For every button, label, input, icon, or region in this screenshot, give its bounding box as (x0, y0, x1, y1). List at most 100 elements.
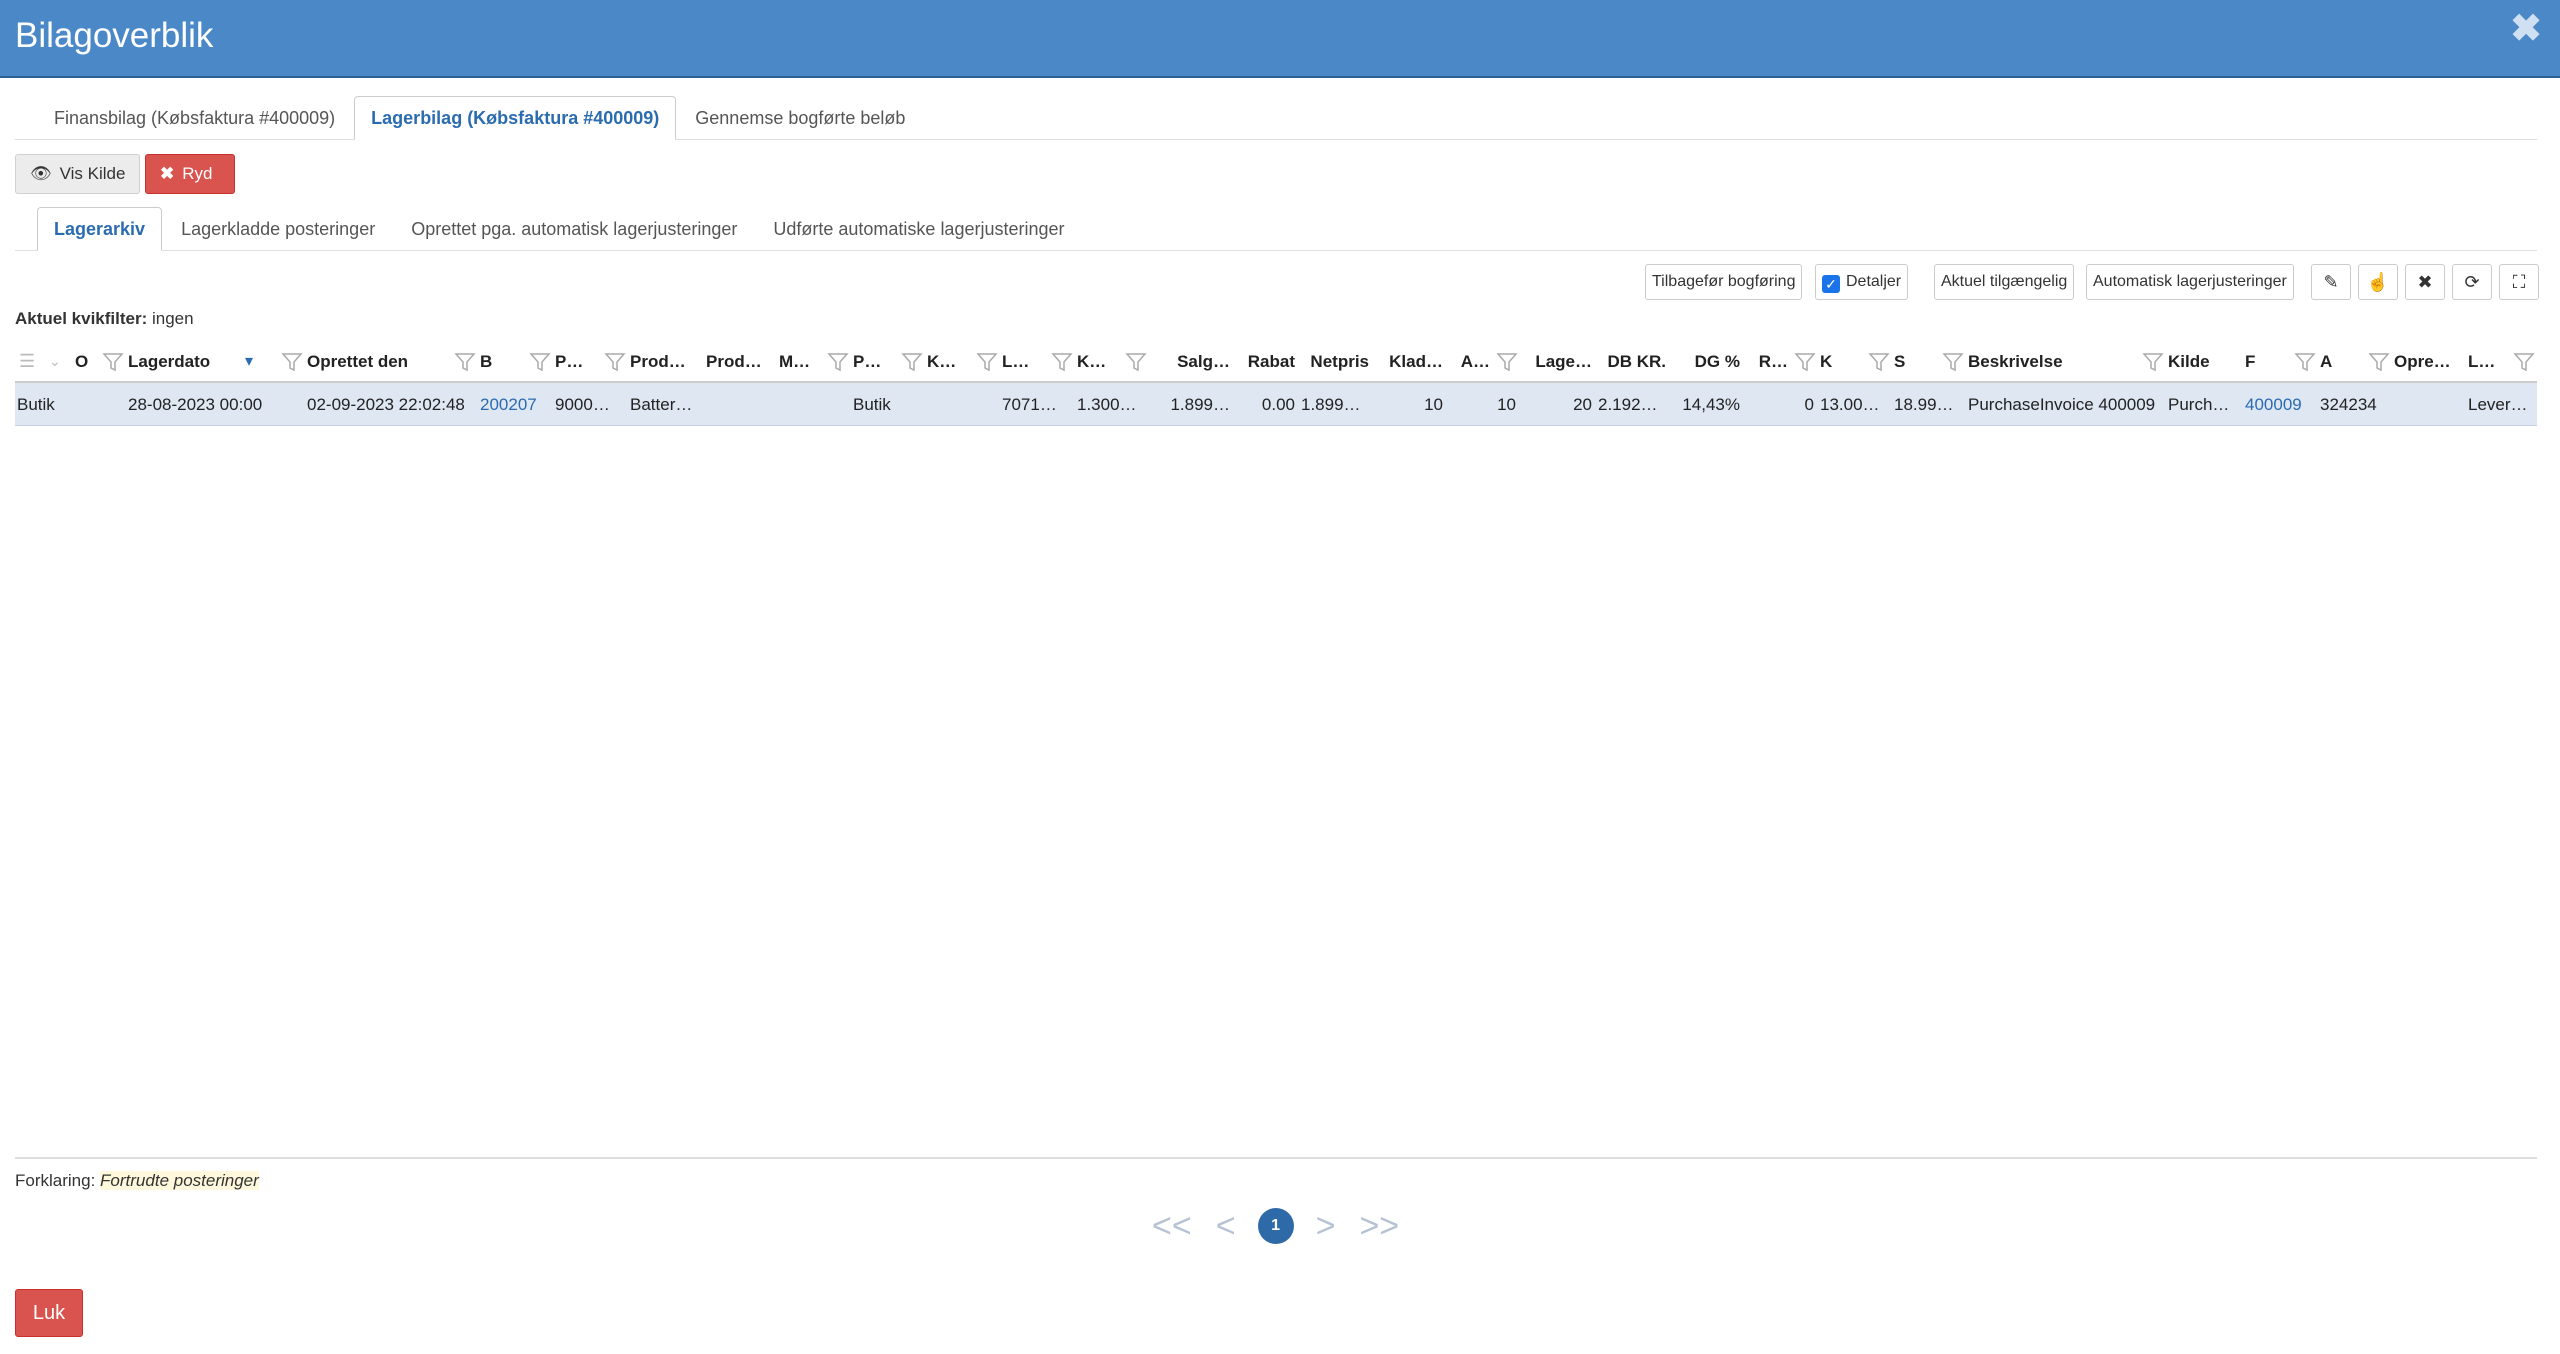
filter-icon[interactable] (1868, 351, 1890, 373)
refresh-icon[interactable]: ⟳ (2452, 264, 2492, 300)
close-icon[interactable]: ✖ (2510, 6, 2542, 51)
fullscreen-icon[interactable]: ⛶ (2499, 264, 2539, 300)
filter-icon[interactable] (901, 351, 923, 373)
table-cell: 18.99… (1894, 395, 1954, 414)
column-header[interactable]: Klad… (1373, 340, 1447, 383)
sort-desc-icon[interactable]: ▾ (245, 340, 253, 383)
table-cell: Butik (853, 395, 891, 414)
checkbox-icon[interactable]: ✓ (1822, 275, 1840, 293)
table-cell (777, 383, 851, 426)
column-header[interactable]: Netpris (1299, 340, 1373, 383)
filter-icon[interactable] (1125, 351, 1147, 373)
details-toggle[interactable]: ✓ Detaljer (1815, 264, 1909, 300)
tab-udforte-auto[interactable]: Udførte automatiske lagerjusteringer (756, 207, 1081, 251)
current-available-button[interactable]: Aktuel tilgængelig (1934, 264, 2075, 300)
quickfilter-text: Aktuel kvikfilter: ingen (15, 309, 194, 328)
filter-icon[interactable] (281, 351, 303, 373)
column-header[interactable]: K… (925, 340, 974, 383)
cell-link[interactable]: 200207 (478, 383, 553, 426)
column-header[interactable]: Oprettet den (305, 340, 452, 383)
table-cell: 14,43% (1682, 395, 1740, 414)
column-header[interactable]: Prod… (704, 340, 777, 383)
data-grid: ☰ ⌄ O Lagerdato Oprettet den B P… Prod… Prod… M… (15, 340, 2537, 426)
column-header[interactable]: S (1892, 340, 1940, 383)
first-page-button[interactable]: << (1152, 1207, 1192, 1246)
filter-icon[interactable] (976, 351, 998, 373)
filter-icon[interactable] (1942, 351, 1964, 373)
column-header[interactable]: DG % (1670, 340, 1744, 383)
tab-gennemse[interactable]: Gennemse bogførte beløb (678, 96, 922, 140)
clear-button[interactable]: ✖ Ryd (145, 154, 235, 194)
table-cell: 1.300… (1077, 395, 1137, 414)
tab-lagerarkiv[interactable]: Lagerarkiv (37, 207, 163, 251)
tab-oprettet-auto[interactable]: Oprettet pga. automatisk lagerjusteringe… (394, 207, 754, 251)
remove-icon[interactable]: ✖ (2405, 264, 2445, 300)
table-cell (925, 383, 1000, 426)
column-header[interactable]: M… (777, 340, 825, 383)
pointer-icon[interactable]: ☝ (2358, 264, 2398, 300)
filter-icon[interactable] (604, 351, 626, 373)
column-header[interactable]: K… (1075, 340, 1123, 383)
column-header[interactable]: A… (1447, 340, 1494, 383)
outer-tabs: Finansbilag (Købsfaktura #400009) Lagerb… (15, 96, 2537, 140)
legend-reverted: Fortrudte posteringer (100, 1171, 259, 1190)
filter-icon[interactable] (2294, 351, 2316, 373)
column-header[interactable]: Beskrivelse (1966, 340, 2140, 383)
filter-icon[interactable] (2513, 351, 2535, 373)
filter-icon[interactable] (2368, 351, 2390, 373)
window-header: Bilagoverblik ✖ (0, 0, 2560, 78)
chevron-down-icon[interactable]: ⌄ (49, 340, 61, 383)
column-header[interactable]: P… (553, 340, 602, 383)
tab-lagerkladde[interactable]: Lagerkladde posteringer (164, 207, 392, 251)
revert-posting-button[interactable]: Tilbagefør bogføring (1645, 264, 1803, 300)
column-header[interactable]: DB KR. (1596, 340, 1670, 383)
column-header[interactable]: P… (851, 340, 899, 383)
filter-icon[interactable] (2142, 351, 2164, 373)
table-cell: 13.00… (1820, 395, 1880, 414)
column-header[interactable]: L… (2466, 340, 2511, 383)
table-cell: 20 (1573, 395, 1592, 414)
edit-icon[interactable]: ✎ (2311, 264, 2351, 300)
column-header[interactable]: K (1818, 340, 1866, 383)
prev-page-button[interactable]: < (1216, 1207, 1236, 1246)
column-header[interactable]: F (2243, 340, 2292, 383)
column-header[interactable]: Lagerdato (126, 340, 279, 383)
filter-icon[interactable] (827, 351, 849, 373)
x-icon: ✖ (160, 164, 175, 183)
column-header[interactable]: L… (1000, 340, 1049, 383)
column-header[interactable]: A (2318, 340, 2366, 383)
column-header[interactable]: Prod… (628, 340, 704, 383)
legend: Forklaring: Fortrudte posteringer (15, 1157, 2537, 1191)
table-cell: Lever… (2468, 395, 2528, 414)
filter-icon[interactable] (1496, 351, 1518, 373)
table-cell: 28-08-2023 00:00 (128, 395, 263, 414)
column-header[interactable]: Opre… (2392, 340, 2466, 383)
column-menu-icon[interactable]: ☰ (19, 340, 35, 383)
column-header[interactable]: R… (1744, 340, 1792, 383)
table-cell: 10 (1424, 395, 1443, 414)
close-button[interactable]: Luk (15, 1289, 83, 1337)
page-button-current[interactable]: 1 (1257, 1208, 1294, 1244)
filter-icon[interactable] (102, 351, 124, 373)
next-page-button[interactable]: > (1316, 1207, 1336, 1246)
tab-finansbilag[interactable]: Finansbilag (Købsfaktura #400009) (37, 96, 352, 140)
column-header[interactable]: O (73, 340, 100, 383)
column-header[interactable]: Kilde (2166, 340, 2243, 383)
column-header[interactable]: Lage… (1520, 340, 1596, 383)
column-header[interactable]: B (478, 340, 527, 383)
cell-link[interactable]: 400009 (2243, 383, 2318, 426)
filter-icon[interactable] (1794, 351, 1816, 373)
table-row[interactable]: Butik 28-08-2023 00:00 02-09-2023 22:02:48… (15, 383, 2537, 426)
table-cell: 0 (1804, 395, 1814, 414)
tab-lagerbilag[interactable]: Lagerbilag (Købsfaktura #400009) (354, 96, 677, 140)
filter-icon[interactable] (529, 351, 551, 373)
pagination: << < 1 > >> (1140, 1204, 1411, 1248)
column-header[interactable]: Salg… (1149, 340, 1234, 383)
filter-icon[interactable] (1051, 351, 1073, 373)
last-page-button[interactable]: >> (1359, 1207, 1399, 1246)
show-source-button[interactable]: 👁 Vis Kilde (15, 154, 141, 194)
filter-icon[interactable] (454, 351, 476, 373)
column-header[interactable]: Rabat (1234, 340, 1299, 383)
auto-adjust-button[interactable]: Automatisk lagerjusteringer (2086, 264, 2294, 300)
table-cell (2392, 383, 2466, 426)
